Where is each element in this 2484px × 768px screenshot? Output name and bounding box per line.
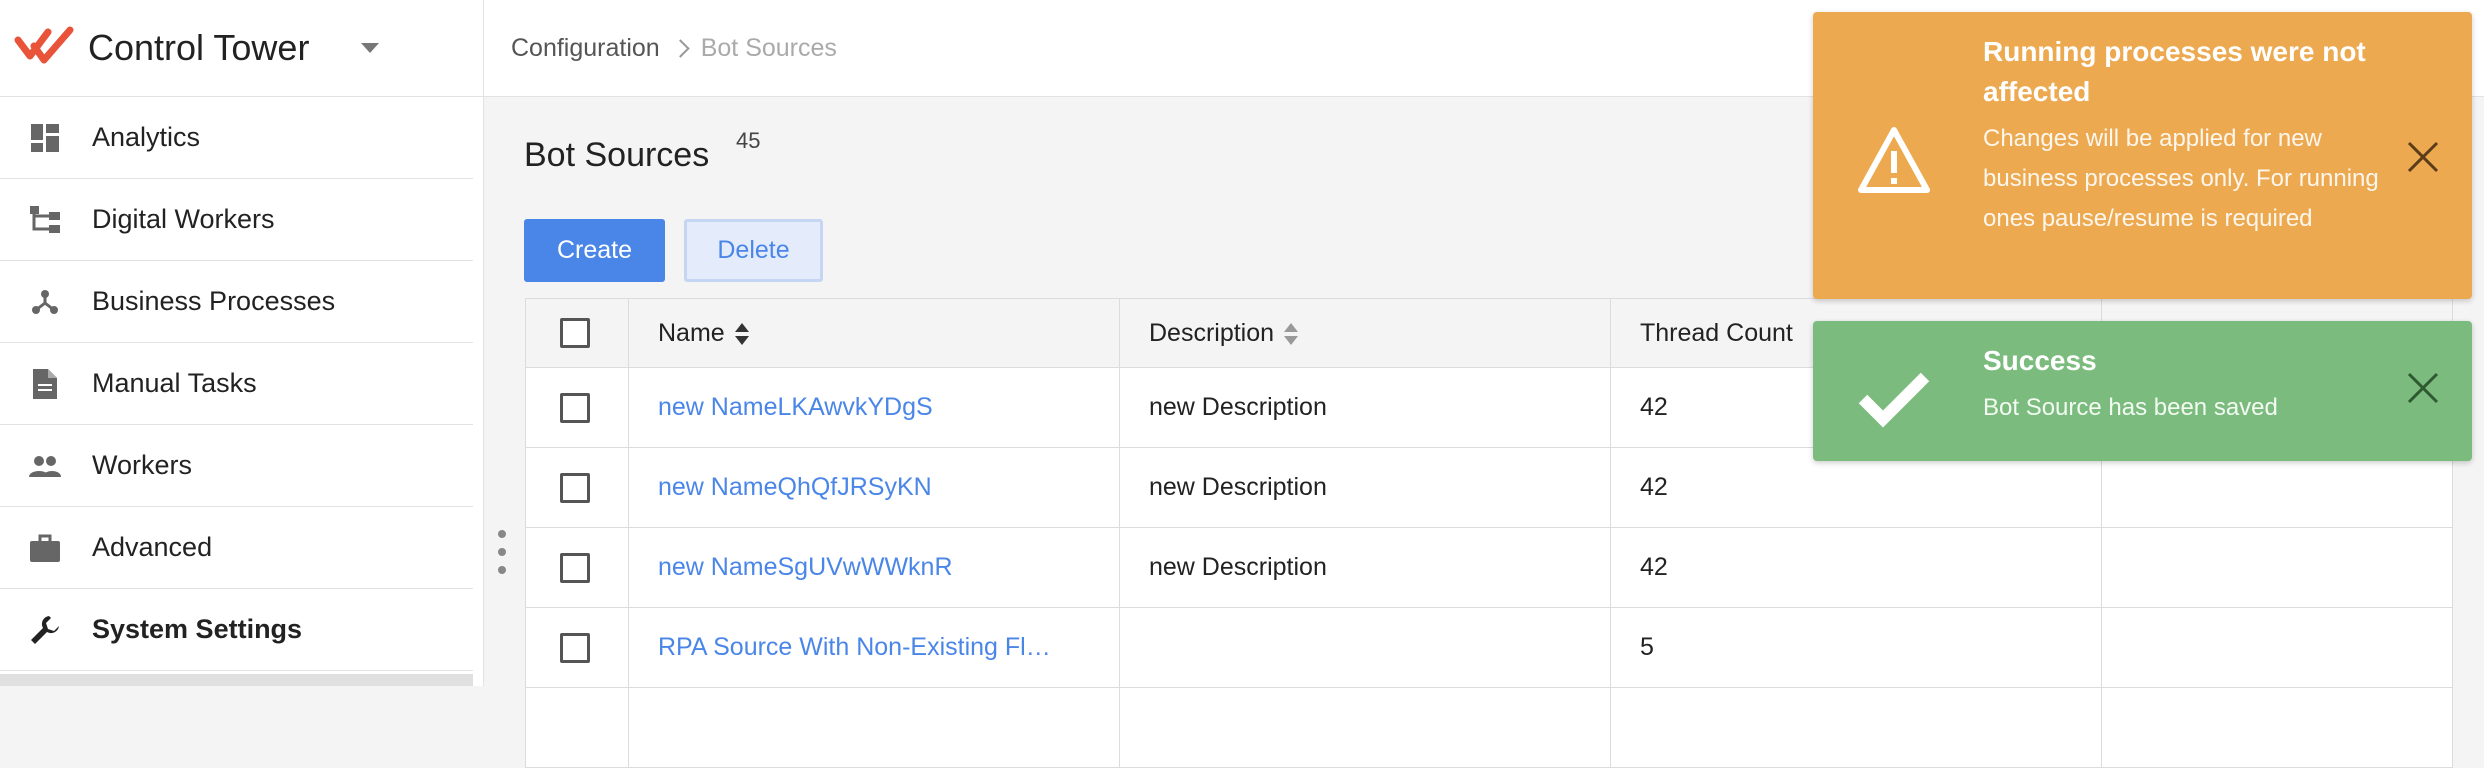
- description-cell: [1119, 607, 1611, 688]
- column-header-label: Thread Count: [1640, 318, 1793, 347]
- thread-count-cell: [1610, 687, 2102, 768]
- table-row: RPA Source With Non-Existing Fl… 5: [525, 607, 2453, 688]
- breadcrumb-current: Bot Sources: [700, 33, 837, 62]
- row-select-cell: [525, 687, 629, 768]
- people-icon: [28, 449, 62, 483]
- row-select-cell: [525, 447, 629, 528]
- sidebar-item-label: Analytics: [92, 122, 201, 152]
- app-brand[interactable]: Control Tower: [0, 0, 483, 97]
- sidebar-item-label: Advanced: [92, 532, 213, 562]
- select-all-checkbox[interactable]: [560, 318, 590, 348]
- thread-count-cell: 5: [1610, 607, 2102, 688]
- sidebar-item-label: System Settings: [92, 614, 303, 644]
- description-cell: new Description: [1119, 367, 1611, 448]
- bot-source-name-link[interactable]: RPA Source With Non-Existing Fl…: [658, 633, 1051, 661]
- close-icon[interactable]: [2406, 371, 2440, 405]
- toast-message: Changes will be applied for new business…: [1983, 125, 2379, 232]
- create-button[interactable]: Create: [524, 219, 665, 282]
- sidebar-resize-handle[interactable]: [496, 530, 508, 574]
- delete-button[interactable]: Delete: [684, 219, 823, 282]
- sidebar-item-label: Business Processes: [92, 286, 336, 316]
- actions-cell: [2101, 607, 2453, 688]
- breadcrumb-chevron-right-icon: [671, 38, 690, 58]
- table-row: new NameSgUVwWWknR new Description 42: [525, 527, 2453, 608]
- column-header-label: Name: [658, 318, 725, 347]
- checkmark-icon: [1858, 372, 1930, 428]
- column-header-label: Description: [1149, 318, 1275, 347]
- sidebar-item-label: Manual Tasks: [92, 368, 257, 398]
- wrench-icon: [28, 613, 62, 647]
- warning-toast: Running processes were not affected Chan…: [1813, 12, 2472, 299]
- actions-cell: [2101, 527, 2453, 608]
- sidebar-item-label: Digital Workers: [92, 204, 275, 234]
- name-cell: new NameSgUVwWWknR: [628, 527, 1120, 608]
- sort-icon[interactable]: [734, 322, 749, 346]
- row-checkbox[interactable]: [560, 632, 590, 663]
- description-cell: [1119, 687, 1611, 768]
- sidebar-item-system-settings[interactable]: System Settings: [0, 589, 473, 671]
- toast-message: Bot Source has been saved: [1983, 394, 2278, 421]
- bot-source-name-link[interactable]: new NameLKAwvkYDgS: [658, 393, 933, 421]
- process-icon: [28, 285, 62, 319]
- app-title: Control Tower: [88, 27, 310, 68]
- sidebar-item-manual-tasks[interactable]: Manual Tasks: [0, 343, 473, 425]
- toast-title: Running processes were not affected: [1983, 36, 2366, 107]
- name-cell: new NameQhQfJRSyKN: [628, 447, 1120, 528]
- sort-icon[interactable]: [1284, 322, 1299, 346]
- page-count-badge: 45: [736, 128, 761, 153]
- page-title: Bot Sources: [524, 136, 710, 174]
- app-switcher-chevron-down-icon[interactable]: [361, 43, 380, 53]
- sidebar-item-digital-workers[interactable]: Digital Workers: [0, 179, 473, 261]
- document-icon: [28, 367, 62, 401]
- resize-dot: [498, 566, 506, 574]
- description-cell: new Description: [1119, 527, 1611, 608]
- name-cell: [628, 687, 1120, 768]
- select-all-cell: [525, 298, 629, 368]
- dashboard-icon: [28, 121, 62, 155]
- row-select-cell: [525, 607, 629, 688]
- actions-cell: [2101, 687, 2453, 768]
- bot-source-name-link[interactable]: new NameQhQfJRSyKN: [658, 473, 932, 501]
- table-row: [525, 687, 2453, 768]
- briefcase-icon: [28, 531, 62, 565]
- row-checkbox[interactable]: [560, 392, 590, 423]
- toast-title: Success: [1983, 345, 2097, 376]
- sidebar: Control Tower Analytics Digital Workers …: [0, 0, 484, 686]
- sidebar-item-advanced[interactable]: Advanced: [0, 507, 473, 589]
- thread-count-cell: 42: [1610, 527, 2102, 608]
- description-cell: new Description: [1119, 447, 1611, 528]
- row-checkbox[interactable]: [560, 552, 590, 583]
- row-select-cell: [525, 527, 629, 608]
- sidebar-item-label: Workers: [92, 450, 193, 480]
- sidebar-scrollbar[interactable]: [0, 674, 473, 686]
- name-cell: new NameLKAwvkYDgS: [628, 367, 1120, 448]
- success-toast: Success Bot Source has been saved: [1813, 321, 2472, 461]
- bot-source-name-link[interactable]: new NameSgUVwWWknR: [658, 553, 953, 581]
- close-icon[interactable]: [2406, 140, 2440, 174]
- row-checkbox[interactable]: [560, 472, 590, 503]
- column-header-description[interactable]: Description: [1119, 298, 1611, 368]
- sidebar-item-workers[interactable]: Workers: [0, 425, 473, 507]
- name-cell: RPA Source With Non-Existing Fl…: [628, 607, 1120, 688]
- resize-dot: [498, 548, 506, 556]
- breadcrumb-configuration[interactable]: Configuration: [511, 34, 660, 63]
- sidebar-item-analytics[interactable]: Analytics: [0, 97, 473, 179]
- row-select-cell: [525, 367, 629, 448]
- sidebar-item-business-processes[interactable]: Business Processes: [0, 261, 473, 343]
- warning-icon: [1858, 127, 1930, 193]
- resize-dot: [498, 530, 506, 538]
- column-header-name[interactable]: Name: [628, 298, 1120, 368]
- hierarchy-icon: [28, 203, 62, 237]
- app-logo-icon: [14, 26, 74, 64]
